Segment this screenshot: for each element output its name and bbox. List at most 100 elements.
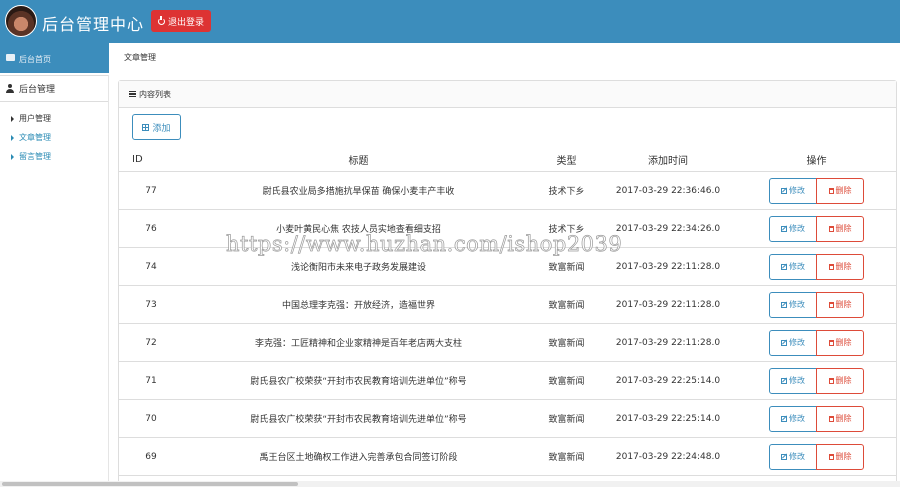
cell-id: 71 — [145, 375, 157, 386]
sidebar-section-admin[interactable]: 后台管理 — [0, 75, 108, 102]
delete-button[interactable]: 删除 — [816, 253, 864, 280]
cell-title: 尉氏县农广校荣获“开封市农民教育培训先进单位”称号 — [250, 377, 467, 387]
logout-label: 退出登录 — [167, 17, 204, 28]
delete-label: 删除 — [835, 452, 852, 461]
cell-title: 尉氏县农业局多措施抗旱保苗 确保小麦丰产丰收 — [262, 187, 455, 197]
list-icon — [129, 91, 136, 97]
table-row: 71 尉氏县农广校荣获“开封市农民教育培训先进单位”称号 致富新闻 2017-03-2… — [119, 362, 896, 400]
cell-title: 尉氏县农广校荣获“开封市农民教育培训先进单位”称号 — [250, 415, 467, 425]
site-title: 后台管理中心 — [42, 15, 145, 34]
header-title: 标题 — [348, 156, 369, 167]
edit-label: 修改 — [789, 452, 805, 461]
edit-icon — [781, 339, 787, 346]
table-row: 76 小麦叶黄民心焦 农技人员实地查看细支招 技术下乡 2017-03-29 22:3… — [119, 210, 896, 248]
delete-button[interactable]: 删除 — [816, 291, 864, 318]
caret-right-icon — [11, 134, 14, 141]
sidebar-items: 用户管理 文章管理 留言管理 — [0, 102, 108, 166]
delete-label: 删除 — [835, 338, 852, 347]
caret-right-icon — [11, 153, 14, 160]
cell-time: 2017-03-29 22:11:28.0 — [615, 299, 721, 310]
sidebar-item-label: 文章管理 — [19, 133, 51, 142]
edit-icon — [781, 415, 787, 422]
sidebar-item-label: 用户管理 — [19, 114, 51, 123]
edit-icon — [781, 187, 787, 194]
sidebar-item-articles[interactable]: 文章管理 — [0, 128, 108, 147]
sidebar-home-strip[interactable]: 后台首页 — [0, 43, 109, 73]
edit-button[interactable]: 修改 — [769, 329, 817, 356]
delete-label: 删除 — [835, 376, 852, 385]
edit-label: 修改 — [789, 224, 805, 233]
cell-type: 致富新闻 — [548, 377, 585, 387]
edit-label: 修改 — [789, 338, 805, 347]
table-row: 70 尉氏县农广校荣获“开封市农民教育培训先进单位”称号 致富新闻 2017-03-2… — [119, 400, 896, 438]
home-link[interactable]: 后台首页 — [19, 54, 51, 65]
edit-button[interactable]: 修改 — [769, 177, 817, 204]
avatar[interactable] — [5, 5, 37, 37]
cell-title: 小麦叶黄民心焦 农技人员实地查看细支招 — [276, 225, 441, 235]
edit-button[interactable]: 修改 — [769, 253, 817, 280]
sidebar: 后台管理 用户管理 文章管理 留言管理 — [0, 75, 109, 487]
cell-ops: 修改 删除 — [737, 443, 896, 470]
edit-icon — [781, 263, 787, 270]
user-icon — [6, 84, 14, 93]
edit-button[interactable]: 修改 — [769, 367, 817, 394]
delete-button[interactable]: 删除 — [816, 329, 864, 356]
table-body: 77 尉氏县农业局多措施抗旱保苗 确保小麦丰产丰收 技术下乡 2017-03-29 2… — [119, 172, 896, 476]
sidebar-item-label: 留言管理 — [19, 152, 51, 161]
edit-icon — [781, 377, 787, 384]
cell-ops: 修改 删除 — [737, 329, 896, 356]
cell-time: 2017-03-29 22:36:46.0 — [615, 185, 721, 196]
trash-icon — [828, 377, 834, 384]
cell-id: 76 — [145, 223, 157, 234]
content-panel: 内容列表 添加 ID 标题 类型 添加时间 操作 77 尉氏县农业局多措施抗旱保苗… — [118, 80, 897, 487]
sidebar-item-messages[interactable]: 留言管理 — [0, 147, 108, 166]
scrollbar-thumb[interactable] — [2, 482, 298, 486]
trash-icon — [828, 453, 834, 460]
table-row: 72 李克强：工匠精神和企业家精神是百年老店两大支柱 致富新闻 2017-03-29 … — [119, 324, 896, 362]
edit-button[interactable]: 修改 — [769, 443, 817, 470]
trash-icon — [828, 415, 834, 422]
cell-type: 致富新闻 — [548, 415, 585, 425]
edit-button[interactable]: 修改 — [769, 291, 817, 318]
table-row: 73 中国总理李克强：开放经济，造福世界 致富新闻 2017-03-29 22:11:… — [119, 286, 896, 324]
sidebar-item-users[interactable]: 用户管理 — [0, 109, 108, 128]
delete-button[interactable]: 删除 — [816, 443, 864, 470]
header-type: 类型 — [556, 156, 577, 167]
sidebar-section-label: 后台管理 — [19, 85, 56, 95]
delete-button[interactable]: 删除 — [816, 367, 864, 394]
content-table: ID 标题 类型 添加时间 操作 77 尉氏县农业局多措施抗旱保苗 确保小麦丰产丰… — [119, 148, 896, 476]
cell-type: 技术下乡 — [548, 225, 585, 235]
horizontal-scrollbar[interactable] — [0, 481, 900, 487]
cell-type: 致富新闻 — [548, 301, 585, 311]
table-row: 69 禹王台区土地确权工作进入完善承包合同签订阶段 致富新闻 2017-03-29 2… — [119, 438, 896, 476]
table-row: 74 浅论衡阳市未来电子政务发展建设 致富新闻 2017-03-29 22:11:28… — [119, 248, 896, 286]
edit-label: 修改 — [789, 376, 805, 385]
top-header: 后台管理中心 退出登录 — [0, 0, 900, 43]
cell-time: 2017-03-29 22:11:28.0 — [615, 261, 721, 272]
delete-button[interactable]: 删除 — [816, 177, 864, 204]
edit-icon — [781, 225, 787, 232]
cell-id: 70 — [145, 413, 157, 424]
delete-label: 删除 — [835, 262, 852, 271]
add-button[interactable]: 添加 — [132, 114, 181, 140]
delete-label: 删除 — [835, 224, 852, 233]
edit-label: 修改 — [789, 186, 805, 195]
edit-button[interactable]: 修改 — [769, 405, 817, 432]
edit-icon — [781, 301, 787, 308]
delete-label: 删除 — [835, 186, 852, 195]
cell-title: 李克强：工匠精神和企业家精神是百年老店两大支柱 — [254, 339, 462, 349]
table-header: ID 标题 类型 添加时间 操作 — [119, 148, 896, 172]
cell-time: 2017-03-29 22:25:14.0 — [615, 413, 721, 424]
trash-icon — [828, 339, 834, 346]
table-row: 77 尉氏县农业局多措施抗旱保苗 确保小麦丰产丰收 技术下乡 2017-03-29 2… — [119, 172, 896, 210]
delete-button[interactable]: 删除 — [816, 405, 864, 432]
cell-ops: 修改 删除 — [737, 405, 896, 432]
delete-button[interactable]: 删除 — [816, 215, 864, 242]
logout-button[interactable]: 退出登录 — [151, 10, 211, 32]
cell-type: 致富新闻 — [548, 453, 585, 463]
cell-time: 2017-03-29 22:11:28.0 — [615, 337, 721, 348]
edit-button[interactable]: 修改 — [769, 215, 817, 242]
cell-type: 致富新闻 — [548, 339, 585, 349]
cell-time: 2017-03-29 22:24:48.0 — [615, 451, 721, 462]
edit-label: 修改 — [789, 262, 805, 271]
